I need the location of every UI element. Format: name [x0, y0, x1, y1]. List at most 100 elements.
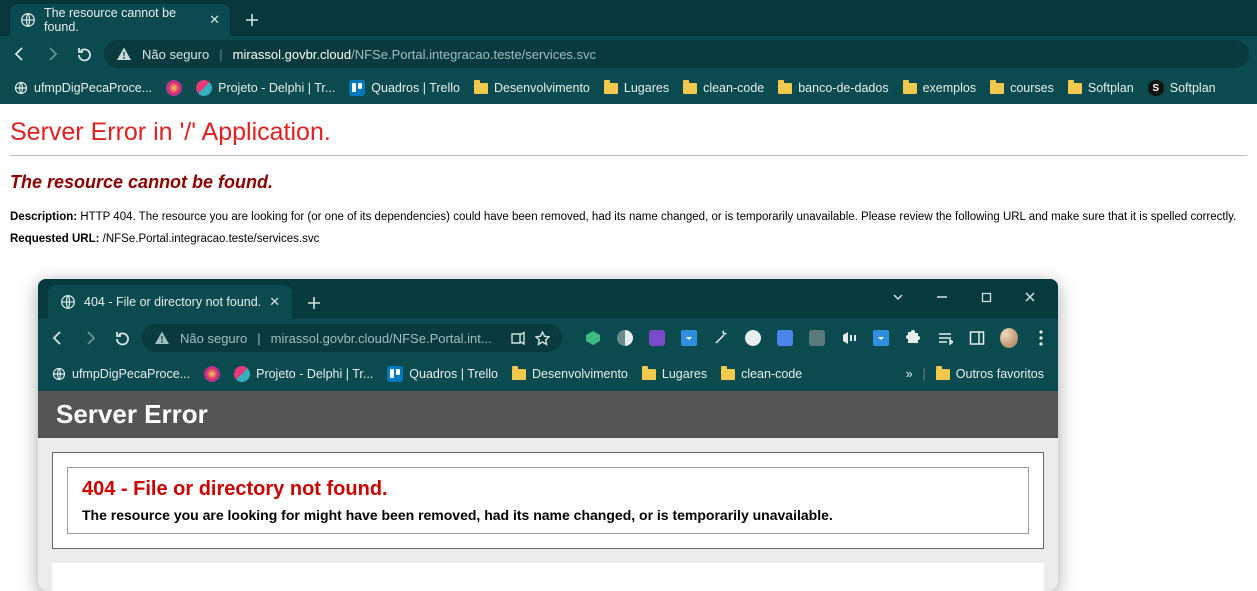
bookmark-item[interactable]: Projeto - Delphi | Tr...	[234, 366, 373, 382]
bookmark-item[interactable]	[204, 366, 220, 382]
extension-icon[interactable]	[712, 329, 730, 347]
bookmark-label: Softplan	[1170, 81, 1216, 95]
window-controls	[876, 283, 1052, 311]
folder-icon	[474, 83, 488, 94]
bookmark-label: Softplan	[1088, 81, 1134, 95]
extension-icon[interactable]	[584, 329, 602, 347]
outer-bookmarks-bar: ufmpDigPecaProce... Projeto - Delphi | T…	[0, 72, 1257, 104]
tab-title: 404 - File or directory not found.	[84, 295, 261, 309]
forward-button[interactable]	[40, 42, 64, 66]
avatar-icon[interactable]	[1000, 329, 1018, 347]
not-secure-icon	[154, 330, 170, 346]
bookmark-item[interactable]: clean-code	[683, 81, 764, 95]
bookmark-item[interactable]: ufmpDigPecaProce...	[52, 367, 190, 381]
extension-icon[interactable]	[648, 329, 666, 347]
pivotal-icon	[196, 80, 212, 96]
bookmark-item[interactable]: ufmpDigPecaProce...	[14, 81, 152, 95]
music-icon[interactable]	[936, 329, 954, 347]
folder-icon	[936, 369, 950, 380]
bookmark-item[interactable]: Quadros | Trello	[387, 366, 498, 382]
bookmark-item[interactable]: Lugares	[642, 367, 707, 381]
globe-icon	[60, 294, 76, 310]
browser-tab[interactable]: The resource cannot be found. ✕	[10, 4, 230, 36]
outer-address-bar: Não seguro | mirassol.govbr.cloud/NFSe.P…	[0, 36, 1257, 72]
bookmark-label: Quadros | Trello	[371, 81, 460, 95]
inner-error-page: Server Error 404 - File or directory not…	[38, 391, 1058, 591]
outer-tab-strip: The resource cannot be found. ✕	[0, 0, 1257, 36]
bookmark-label: clean-code	[741, 367, 802, 381]
url-host: mirassol.govbr.cloud	[233, 47, 352, 62]
download-icon[interactable]	[872, 329, 890, 347]
reload-button[interactable]	[72, 42, 96, 66]
close-icon[interactable]: ✕	[209, 12, 220, 28]
forward-button[interactable]	[78, 326, 102, 350]
share-icon[interactable]	[510, 331, 525, 346]
extension-icon[interactable]	[776, 329, 794, 347]
description-label: Description:	[10, 211, 77, 223]
inner-window: 404 - File or directory not found. ✕	[38, 279, 1058, 591]
bookmark-item[interactable]: Outros favoritos	[936, 367, 1044, 381]
menu-icon[interactable]	[1032, 329, 1050, 347]
requested-url-row: Requested URL: /NFSe.Portal.integracao.t…	[10, 233, 1247, 245]
bookmark-item[interactable]: SSoftplan	[1148, 80, 1216, 96]
bookmark-label: Quadros | Trello	[409, 367, 498, 381]
back-button[interactable]	[46, 326, 70, 350]
puzzle-icon[interactable]	[904, 329, 922, 347]
chevron-down-icon[interactable]	[876, 283, 920, 311]
instagram-icon	[204, 366, 220, 382]
bookmark-item[interactable]: Desenvolvimento	[474, 81, 590, 95]
folder-icon	[721, 369, 735, 380]
bookmark-item[interactable]: courses	[990, 81, 1054, 95]
url-path: /NFSe.Portal.int...	[389, 331, 492, 346]
sidepanel-icon[interactable]	[968, 329, 986, 347]
extension-icon[interactable]	[744, 329, 762, 347]
bookmark-item[interactable]: Desenvolvimento	[512, 367, 628, 381]
instagram-icon	[166, 80, 182, 96]
bookmark-label: ufmpDigPecaProce...	[72, 367, 190, 381]
extension-icon[interactable]	[616, 329, 634, 347]
bookmarks-overflow[interactable]: »	[906, 367, 913, 381]
bookmark-item[interactable]	[166, 80, 182, 96]
bookmark-label: Lugares	[624, 81, 669, 95]
folder-icon	[683, 83, 697, 94]
overflow-label: »	[906, 367, 913, 381]
bookmark-label: courses	[1010, 81, 1054, 95]
folder-icon	[512, 369, 526, 380]
extension-icon[interactable]	[840, 329, 858, 347]
url-bar[interactable]: Não seguro | mirassol.govbr.cloud/NFSe.P…	[104, 40, 1249, 68]
404-heading: 404 - File or directory not found.	[82, 478, 1014, 501]
new-tab-button[interactable]	[300, 289, 328, 317]
star-icon[interactable]	[535, 331, 550, 346]
bookmark-label: exemplos	[923, 81, 977, 95]
url-bar[interactable]: Não seguro | mirassol.govbr.cloud/NFSe.P…	[142, 324, 562, 352]
bookmark-label: clean-code	[703, 81, 764, 95]
bookmark-label: Projeto - Delphi | Tr...	[218, 81, 335, 95]
minimize-button[interactable]	[920, 283, 964, 311]
maximize-button[interactable]	[964, 283, 1008, 311]
bookmark-item[interactable]: clean-code	[721, 367, 802, 381]
bookmark-item[interactable]: Softplan	[1068, 81, 1134, 95]
divider	[10, 155, 1247, 156]
url-host: mirassol.govbr.cloud	[271, 331, 390, 346]
trello-icon	[349, 80, 365, 96]
folder-icon	[778, 83, 792, 94]
server-error-banner: Server Error	[38, 391, 1058, 438]
bookmark-item[interactable]: banco-de-dados	[778, 81, 888, 95]
close-window-button[interactable]	[1008, 283, 1052, 311]
reload-button[interactable]	[110, 326, 134, 350]
back-button[interactable]	[8, 42, 32, 66]
folder-icon	[604, 83, 618, 94]
close-icon[interactable]: ✕	[269, 294, 280, 310]
bookmark-item[interactable]: Quadros | Trello	[349, 80, 460, 96]
browser-tab[interactable]: 404 - File or directory not found. ✕	[48, 285, 292, 319]
bookmark-label: Projeto - Delphi | Tr...	[256, 367, 373, 381]
error-page-outer: Server Error in '/' Application. The res…	[0, 104, 1257, 576]
divider: |	[257, 331, 260, 346]
requested-url-value: /NFSe.Portal.integracao.teste/services.s…	[103, 233, 320, 245]
new-tab-button[interactable]	[238, 6, 266, 34]
download-icon[interactable]	[680, 329, 698, 347]
bookmark-item[interactable]: exemplos	[903, 81, 977, 95]
bookmark-item[interactable]: Projeto - Delphi | Tr...	[196, 80, 335, 96]
bookmark-item[interactable]: Lugares	[604, 81, 669, 95]
extension-icon[interactable]	[808, 329, 826, 347]
